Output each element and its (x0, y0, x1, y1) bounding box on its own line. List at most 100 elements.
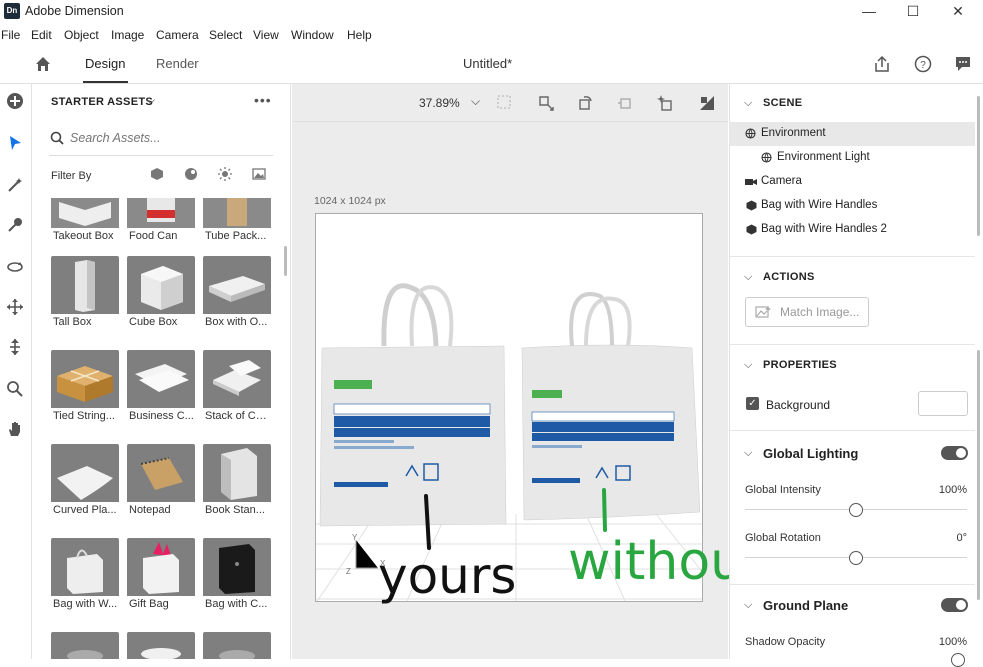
help-icon[interactable]: ? (914, 55, 932, 76)
tab-design[interactable]: Design (85, 56, 125, 71)
menu-window[interactable]: Window (291, 28, 334, 42)
global-intensity-slider-knob[interactable] (849, 503, 863, 517)
panel-scrollbar[interactable] (977, 96, 980, 236)
global-intensity-value[interactable]: 100% (917, 484, 967, 496)
light-filter-icon[interactable] (218, 167, 232, 184)
shadow-opacity-slider-knob[interactable] (951, 653, 965, 667)
orbit-icon[interactable] (4, 258, 26, 280)
scene-item-bag-1[interactable]: Bag with Wire Handles (761, 199, 877, 211)
global-rotation-slider-knob[interactable] (849, 551, 863, 565)
menu-object[interactable]: Object (64, 28, 99, 42)
asset-business-card[interactable]: Business C... (127, 350, 195, 430)
chevron-down-icon[interactable]: ⌵ (471, 94, 480, 109)
asset-gift-bag[interactable]: Gift Bag (127, 538, 195, 618)
frame-icon[interactable] (496, 94, 512, 113)
add-icon[interactable] (4, 92, 26, 114)
asset-label: Food Can (129, 230, 178, 242)
active-tab-indicator (83, 81, 128, 83)
shadow-opacity-label: Shadow Opacity (745, 636, 826, 648)
scene-title: SCENE (763, 97, 803, 109)
asset-partial[interactable] (127, 632, 195, 659)
sample-icon[interactable] (4, 216, 26, 238)
chevron-down-icon[interactable]: ⌵ (744, 599, 752, 612)
asset-bag-with-cord[interactable]: Bag with C... (203, 538, 271, 618)
asset-label: Book Stan... (205, 504, 265, 516)
asset-stack-of-cards[interactable]: Stack of Ca... (203, 350, 271, 430)
panel-scrollbar[interactable] (977, 350, 980, 600)
home-icon[interactable] (34, 55, 52, 76)
background-checkbox[interactable]: ✓ (746, 397, 759, 410)
feedback-icon[interactable] (954, 55, 972, 76)
close-button[interactable]: ✕ (936, 0, 980, 24)
bag-right[interactable] (521, 292, 701, 521)
pan-icon[interactable] (4, 298, 26, 320)
menu-image[interactable]: Image (111, 28, 144, 42)
asset-partial[interactable] (203, 632, 271, 659)
ground-plane-toggle[interactable] (941, 598, 968, 612)
assets-scrollbar[interactable] (284, 246, 287, 276)
shadow-opacity-value[interactable]: 100% (917, 636, 967, 648)
asset-tall-box[interactable]: Tall Box (51, 256, 119, 336)
background-color-swatch[interactable] (918, 391, 968, 416)
asset-label: Takeout Box (53, 230, 114, 242)
asset-curved-plane[interactable]: Curved Pla... (51, 444, 119, 524)
hand-icon[interactable] (4, 420, 26, 442)
share-icon[interactable] (873, 55, 891, 76)
model-icon (746, 200, 757, 214)
scene-item-camera[interactable]: Camera (761, 175, 802, 187)
properties-panel (729, 84, 983, 659)
asset-notepad[interactable]: Notepad (127, 444, 195, 524)
tab-render[interactable]: Render (156, 56, 199, 71)
material-filter-icon[interactable] (184, 167, 198, 184)
image-filter-icon[interactable] (252, 167, 266, 184)
chevron-down-icon[interactable]: ⌵ (744, 359, 752, 372)
ground-plane-title: Ground Plane (763, 598, 849, 613)
svg-text:Y: Y (352, 533, 358, 542)
asset-partial[interactable] (51, 632, 119, 659)
bounding-box-icon[interactable] (537, 94, 555, 115)
asset-label: Bag with C... (205, 598, 268, 610)
minimize-button[interactable]: — (847, 0, 891, 24)
chevron-down-icon[interactable]: ⌵ (744, 97, 752, 110)
menu-file[interactable]: File (1, 28, 20, 42)
render-preview-icon[interactable] (698, 94, 716, 115)
dolly-icon[interactable] (4, 338, 26, 360)
asset-label: Tall Box (53, 316, 92, 328)
asset-label: Business C... (129, 410, 194, 422)
svg-text:?: ? (920, 60, 926, 71)
align-icon[interactable] (616, 94, 634, 115)
menu-camera[interactable]: Camera (156, 28, 199, 42)
asset-book-standing[interactable]: Book Stan... (203, 444, 271, 524)
window-title: Adobe Dimension (25, 4, 124, 18)
magic-wand-icon[interactable] (4, 176, 26, 198)
scene-item-environment-light[interactable]: Environment Light (777, 151, 870, 163)
asset-cube-box[interactable]: Cube Box (127, 256, 195, 336)
scene-item-bag-2[interactable]: Bag with Wire Handles 2 (761, 223, 887, 235)
chevron-down-icon[interactable]: ⌵ (744, 447, 752, 460)
menu-help[interactable]: Help (347, 28, 372, 42)
chevron-down-icon[interactable]: ⌵ (744, 271, 752, 284)
asset-box-with-lid[interactable]: Box with O... (203, 256, 271, 336)
scene-item-environment[interactable]: Environment (761, 127, 826, 139)
menu-select[interactable]: Select (209, 28, 242, 42)
annotation-line-right (602, 488, 607, 532)
asset-label: Bag with W... (53, 598, 118, 610)
zoom-icon[interactable] (4, 380, 26, 402)
global-rotation-value[interactable]: 0° (917, 532, 967, 544)
model-filter-icon[interactable] (150, 167, 164, 184)
asset-bag-with-wire-handles[interactable]: Bag with W... (51, 538, 119, 618)
more-options-icon[interactable]: ••• (254, 92, 272, 108)
rotate-icon[interactable] (576, 94, 594, 115)
zoom-level[interactable]: 37.89% (419, 96, 460, 110)
search-assets-input[interactable] (70, 131, 270, 145)
asset-tied-string-box[interactable]: Tied String... (51, 350, 119, 430)
sparkle-icon[interactable] (656, 94, 674, 115)
menu-view[interactable]: View (253, 28, 279, 42)
chevron-down-icon[interactable]: ⌵ (146, 93, 155, 108)
bag-left[interactable] (319, 283, 507, 527)
menu-edit[interactable]: Edit (31, 28, 52, 42)
select-icon[interactable] (4, 134, 26, 156)
maximize-button[interactable]: ☐ (891, 0, 935, 24)
global-lighting-toggle[interactable] (941, 446, 968, 460)
asset-label: Stack of Ca... (205, 410, 271, 422)
